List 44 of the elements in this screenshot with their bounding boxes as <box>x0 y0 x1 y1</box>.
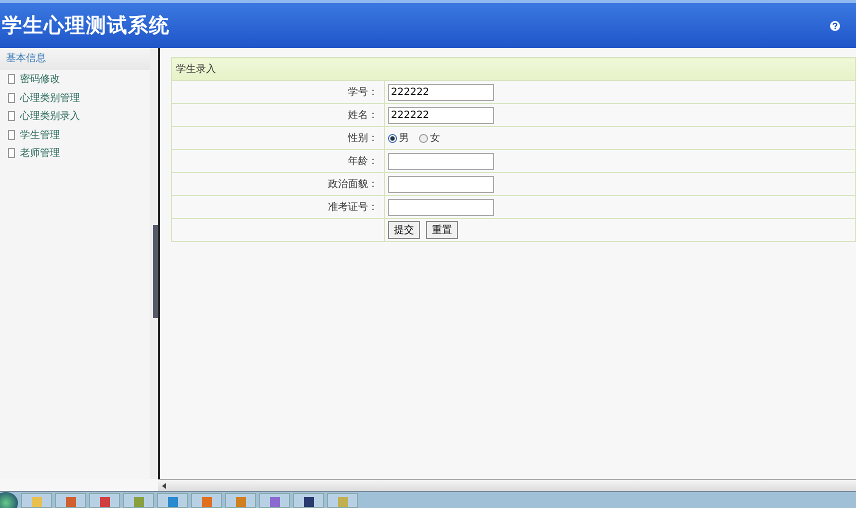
radio-label: 男 <box>399 132 409 145</box>
app-icon <box>32 496 42 506</box>
app-icon <box>270 496 280 506</box>
form-button[interactable]: 提交 <box>388 221 420 239</box>
radio-button[interactable] <box>388 134 397 142</box>
input-field[interactable] <box>388 198 494 216</box>
app-icon <box>202 496 212 506</box>
sidebar-link[interactable]: 心理类别录入 <box>20 109 80 124</box>
app-icon <box>338 496 348 506</box>
splitter-handle[interactable] <box>153 225 158 318</box>
input-field[interactable] <box>388 176 494 192</box>
field-label: 性别： <box>172 126 384 150</box>
form-title: 学生录入 <box>172 58 856 80</box>
sidebar-link[interactable]: 心理类别管理 <box>20 90 80 105</box>
field-label: 学号： <box>172 80 384 104</box>
taskbar-button[interactable] <box>89 492 120 508</box>
help-icon[interactable] <box>830 20 840 30</box>
input-field[interactable]: 222222 <box>388 84 494 100</box>
app-icon <box>66 496 76 506</box>
app-title: 学生心理测试系统 <box>2 12 170 39</box>
input-field[interactable]: 222222 <box>388 106 494 124</box>
input-field[interactable] <box>388 152 494 170</box>
field-label: 准考证号： <box>172 196 384 218</box>
app-icon <box>168 496 178 506</box>
document-icon <box>8 92 15 103</box>
app-icon <box>100 496 110 506</box>
field-label: 年龄： <box>172 150 384 172</box>
field-label: 姓名： <box>172 104 384 126</box>
radio-label: 女 <box>430 132 440 145</box>
app-icon <box>304 496 314 506</box>
document-icon <box>8 111 15 122</box>
document-icon <box>8 148 15 158</box>
sidebar-link[interactable]: 学生管理 <box>20 128 60 142</box>
sidebar-link[interactable]: 密码修改 <box>20 72 60 86</box>
taskbar-button[interactable] <box>293 492 324 508</box>
document-icon <box>8 130 15 140</box>
horizontal-scrollbar[interactable] <box>158 479 856 491</box>
form-button[interactable]: 重置 <box>426 221 458 239</box>
radio-button[interactable] <box>419 134 428 142</box>
sidebar-link[interactable]: 老师管理 <box>20 146 60 160</box>
app-icon <box>236 496 246 506</box>
app-icon <box>134 496 144 506</box>
field-label: 政治面貌： <box>172 172 384 196</box>
document-icon <box>8 74 15 84</box>
